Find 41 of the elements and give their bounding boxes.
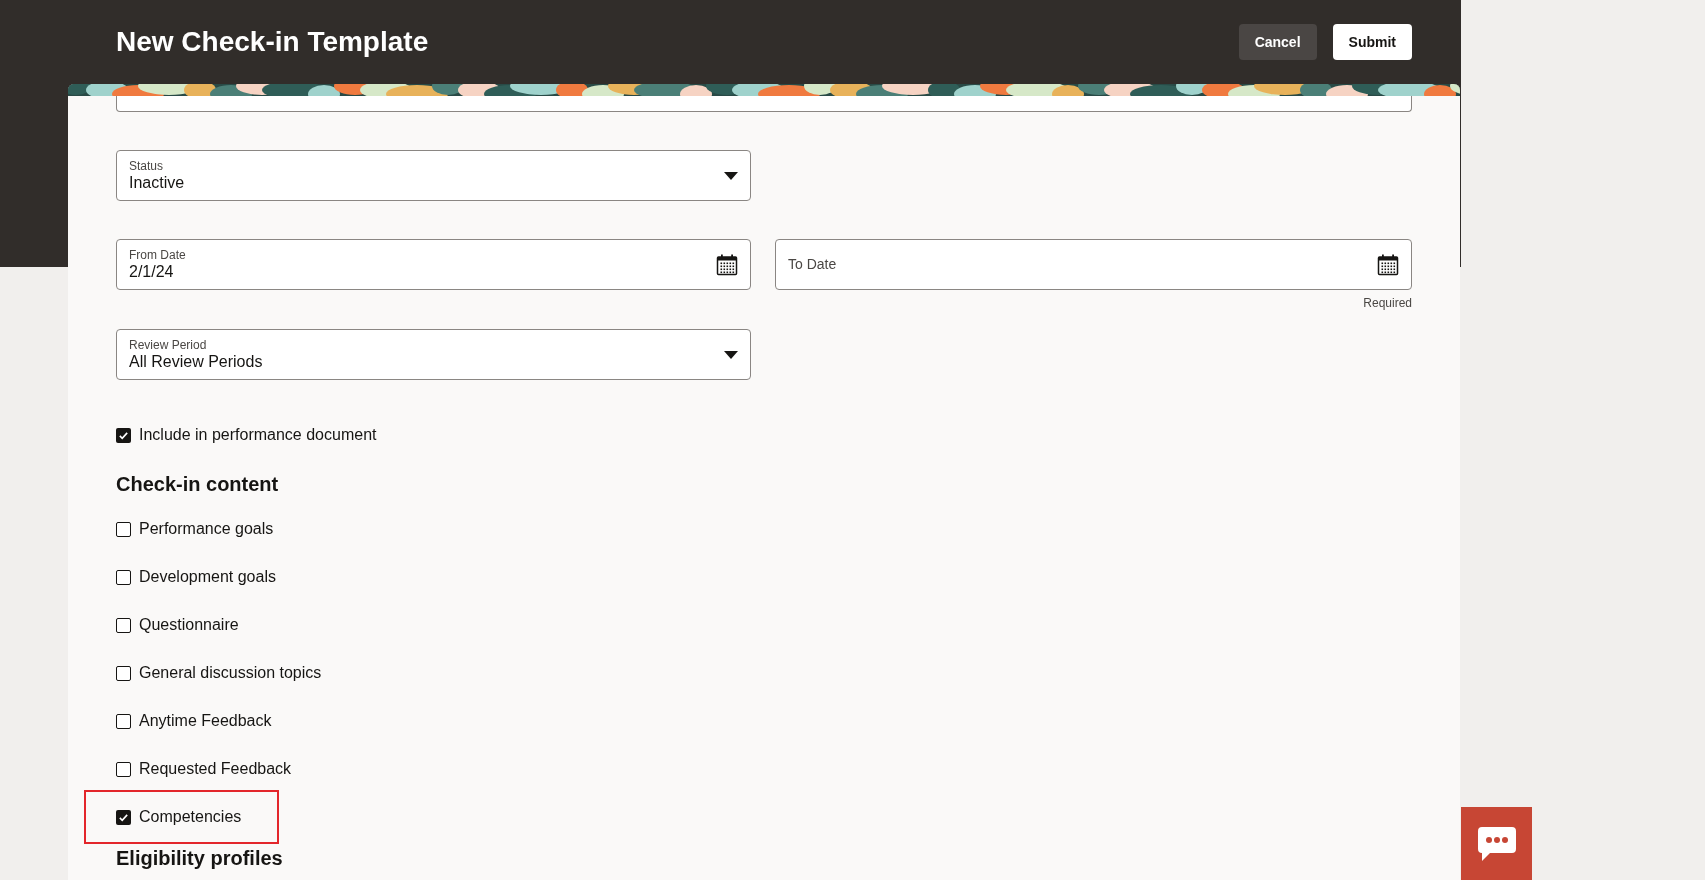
field-label: Review Period bbox=[129, 337, 208, 352]
checkbox[interactable] bbox=[116, 713, 131, 729]
chat-button[interactable] bbox=[1461, 807, 1532, 880]
calendar-icon[interactable] bbox=[1377, 253, 1399, 276]
field-value: Inactive bbox=[129, 172, 186, 193]
checkbox[interactable] bbox=[116, 761, 131, 777]
required-hint: Required bbox=[1363, 295, 1412, 312]
checkbox-label: Performance goals bbox=[139, 519, 274, 539]
page-title: New Check-in Template bbox=[116, 25, 430, 59]
field-value: 2/1/24 bbox=[129, 261, 175, 282]
field-label: Status bbox=[129, 158, 165, 173]
chat-bubble-icon bbox=[1477, 826, 1516, 861]
checkbox[interactable] bbox=[116, 809, 131, 825]
status-dropdown[interactable]: Status Inactive bbox=[116, 150, 751, 201]
checkmark-icon bbox=[118, 811, 129, 823]
field-value: All Review Periods bbox=[129, 351, 264, 372]
field-label: To Date bbox=[788, 255, 838, 274]
section-heading: Check-in content bbox=[116, 472, 280, 497]
section-heading: Eligibility profiles bbox=[116, 846, 284, 871]
checkbox[interactable] bbox=[116, 569, 131, 585]
checkbox-label: Requested Feedback bbox=[139, 759, 292, 779]
checkbox-label: Competencies bbox=[139, 807, 242, 827]
checkmark-icon bbox=[118, 429, 129, 441]
from-date-field[interactable]: From Date 2/1/24 bbox=[116, 239, 751, 290]
checkbox-label: Include in performance document bbox=[139, 425, 377, 445]
dropdown-caret-icon bbox=[724, 171, 738, 180]
review-period-dropdown[interactable]: Review Period All Review Periods bbox=[116, 329, 751, 380]
checkbox-label: Development goals bbox=[139, 567, 276, 587]
calendar-icon[interactable] bbox=[716, 253, 738, 276]
checkbox-label: General discussion topics bbox=[139, 663, 322, 683]
to-date-field[interactable]: To Date bbox=[775, 239, 1412, 290]
checkbox[interactable] bbox=[116, 665, 131, 681]
checkbox[interactable] bbox=[116, 521, 131, 537]
field-label: From Date bbox=[129, 247, 187, 262]
cancel-button[interactable]: Cancel bbox=[1238, 24, 1317, 60]
checkbox[interactable] bbox=[116, 427, 131, 443]
dropdown-caret-icon bbox=[724, 350, 738, 359]
submit-button[interactable]: Submit bbox=[1332, 24, 1412, 60]
checkbox-label: Questionnaire bbox=[139, 615, 239, 635]
checkbox-label: Anytime Feedback bbox=[139, 711, 272, 731]
checkbox[interactable] bbox=[116, 617, 131, 633]
